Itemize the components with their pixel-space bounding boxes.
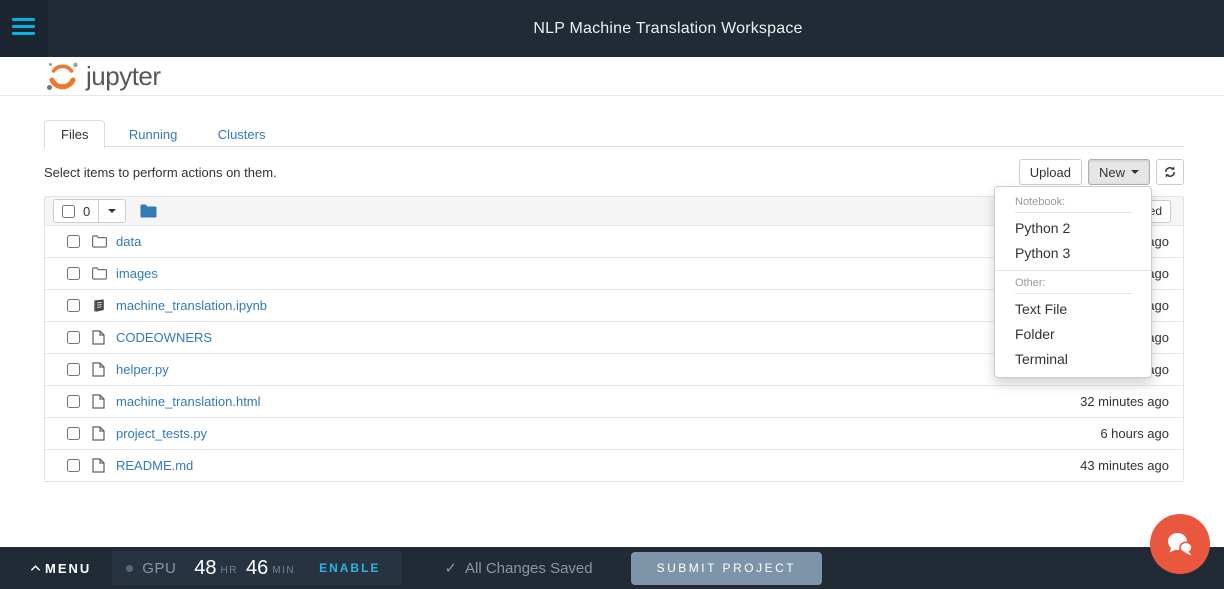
menu-item-folder[interactable]: Folder <box>995 321 1151 346</box>
workspace-footer-bar: MENU GPU 48 HR 46 MIN ENABLE ✓ All Chang… <box>0 547 1224 589</box>
gpu-minutes-unit: MIN <box>272 564 296 576</box>
main-container: Files Running Clusters Select items to p… <box>44 96 1184 482</box>
gpu-label: GPU <box>142 559 177 577</box>
modified-time: 6 hours ago <box>1100 426 1169 441</box>
new-button[interactable]: New <box>1087 159 1150 185</box>
row-checkbox[interactable] <box>67 459 80 472</box>
new-menu-notebook-header: Notebook: <box>1015 196 1133 213</box>
file-link[interactable]: CODEOWNERS <box>116 330 212 345</box>
chat-support-button[interactable] <box>1150 514 1210 574</box>
save-status-label: All Changes Saved <box>465 559 593 577</box>
file-icon <box>92 362 108 377</box>
select-hint-text: Select items to perform actions on them. <box>44 164 277 180</box>
file-link[interactable]: machine_translation.ipynb <box>116 298 267 313</box>
hamburger-menu-icon[interactable] <box>12 18 35 39</box>
notebook-icon <box>92 298 108 313</box>
submit-project-button[interactable]: SUBMIT PROJECT <box>630 551 823 585</box>
jupyter-logo[interactable]: jupyter <box>44 58 161 94</box>
new-dropdown-wrap: New Notebook: Python 2 Python 3 Other: T… <box>994 159 1152 378</box>
menu-item-python3[interactable]: Python 3 <box>995 240 1151 265</box>
chevron-down-icon <box>1131 170 1139 174</box>
select-all-control[interactable]: 0 <box>53 199 100 223</box>
file-icon <box>92 426 108 441</box>
file-link[interactable]: README.md <box>116 458 193 473</box>
chat-bubbles-icon <box>1168 533 1193 556</box>
save-status: ✓ All Changes Saved <box>444 559 593 578</box>
menu-item-python2[interactable]: Python 2 <box>995 215 1151 240</box>
file-icon <box>92 458 108 473</box>
row-checkbox[interactable] <box>67 395 80 408</box>
refresh-button[interactable] <box>1156 159 1184 185</box>
table-row[interactable]: README.md 43 minutes ago <box>45 449 1183 481</box>
jupyter-logo-icon <box>47 62 78 90</box>
row-checkbox[interactable] <box>67 235 80 248</box>
gpu-hours-unit: HR <box>220 564 238 576</box>
row-checkbox[interactable] <box>67 363 80 376</box>
gpu-enable-button[interactable]: ENABLE <box>319 561 380 575</box>
toolbar: Select items to perform actions on them.… <box>44 159 1184 378</box>
upload-button[interactable]: Upload <box>1018 159 1082 185</box>
jupyter-header: jupyter <box>0 57 1224 96</box>
check-icon: ✓ <box>444 560 458 577</box>
row-checkbox[interactable] <box>67 299 80 312</box>
top-bar: NLP Machine Translation Workspace <box>0 0 1224 59</box>
folder-icon <box>92 235 108 248</box>
toolbar-actions: Upload New Notebook: Python 2 Python 3 O… <box>994 159 1184 378</box>
tab-clusters[interactable]: Clusters <box>201 120 283 149</box>
table-row[interactable]: machine_translation.html 32 minutes ago <box>45 385 1183 417</box>
footer-menu-toggle[interactable]: MENU <box>30 561 91 576</box>
table-row[interactable]: project_tests.py 6 hours ago <box>45 417 1183 449</box>
new-menu: Notebook: Python 2 Python 3 Other: Text … <box>994 186 1152 378</box>
menu-divider <box>995 270 1151 271</box>
breadcrumb-root-folder[interactable] <box>140 204 157 218</box>
select-all-checkbox[interactable] <box>62 204 75 218</box>
gpu-status-dot-icon <box>126 564 134 572</box>
selected-count: 0 <box>83 203 91 219</box>
row-checkbox[interactable] <box>67 331 80 344</box>
file-icon <box>92 330 108 345</box>
gpu-minutes-value: 46 <box>246 556 269 579</box>
gpu-hours-value: 48 <box>194 556 217 579</box>
gpu-time-panel: GPU 48 HR 46 MIN ENABLE <box>112 551 403 585</box>
folder-icon <box>92 267 108 280</box>
file-link[interactable]: machine_translation.html <box>116 394 261 409</box>
modified-time: 43 minutes ago <box>1080 458 1169 473</box>
modified-time: 32 minutes ago <box>1080 394 1169 409</box>
row-checkbox[interactable] <box>67 267 80 280</box>
row-checkbox[interactable] <box>67 427 80 440</box>
menu-item-terminal[interactable]: Terminal <box>995 346 1151 371</box>
file-link[interactable]: helper.py <box>116 362 169 377</box>
file-link[interactable]: images <box>116 266 158 281</box>
workspace-title: NLP Machine Translation Workspace <box>533 19 803 37</box>
menu-item-textfile[interactable]: Text File <box>995 296 1151 321</box>
chevron-up-icon <box>30 565 41 571</box>
file-icon <box>92 394 108 409</box>
jupyter-wordmark: jupyter <box>86 60 161 91</box>
footer-menu-label: MENU <box>45 560 92 576</box>
folder-icon <box>140 204 157 218</box>
tab-running[interactable]: Running <box>112 120 194 149</box>
chevron-down-icon <box>108 209 117 213</box>
tab-bar: Files Running Clusters <box>44 119 1184 149</box>
file-link[interactable]: project_tests.py <box>116 426 207 441</box>
file-link[interactable]: data <box>116 234 141 249</box>
select-filter-button[interactable] <box>99 199 127 223</box>
new-menu-other-header: Other: <box>1015 277 1133 294</box>
tab-files[interactable]: Files <box>44 120 106 149</box>
refresh-icon <box>1165 166 1175 178</box>
select-all-group: 0 <box>53 199 127 223</box>
